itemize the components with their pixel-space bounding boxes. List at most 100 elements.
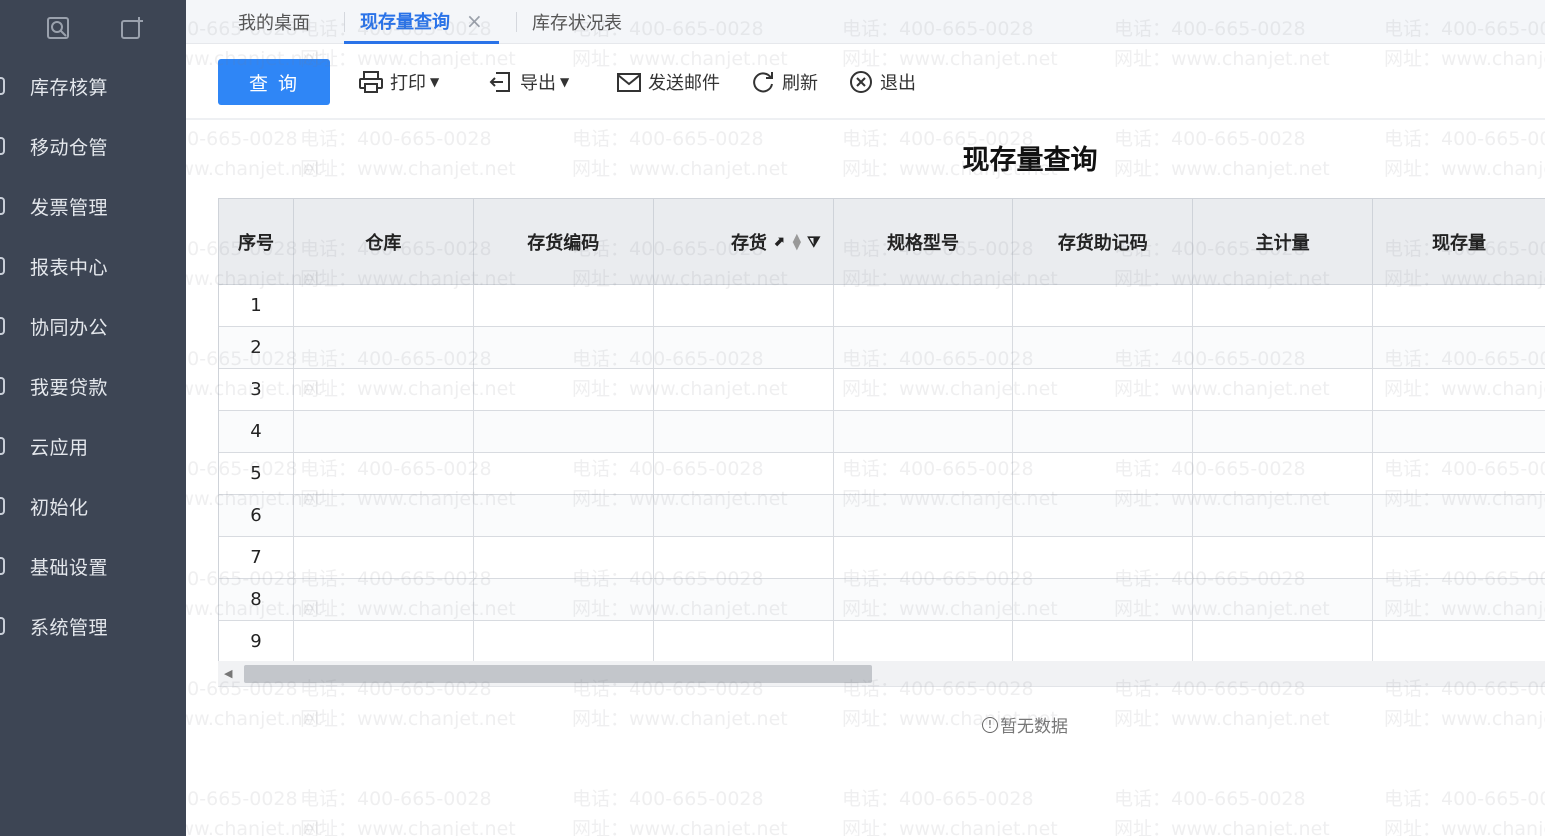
search-record-icon[interactable] — [44, 14, 72, 42]
horizontal-scrollbar[interactable]: ◀ — [218, 661, 1545, 687]
exit-button[interactable]: 退出 — [848, 66, 916, 98]
table-cell[interactable] — [1013, 411, 1194, 452]
scrollbar-thumb[interactable] — [244, 665, 872, 683]
sidebar-item-basic-settings[interactable]: 基础设置 — [0, 546, 186, 586]
table-cell[interactable] — [294, 411, 474, 452]
refresh-button[interactable]: 刷新 — [750, 66, 818, 98]
table-cell[interactable] — [294, 453, 474, 494]
table-cell[interactable] — [1373, 453, 1545, 494]
close-icon[interactable]: × — [466, 9, 483, 33]
table-row[interactable]: 7 — [219, 537, 1545, 579]
table-cell[interactable] — [1373, 327, 1545, 368]
table-cell[interactable] — [474, 411, 654, 452]
column-header-stock[interactable]: 现存量 — [1373, 199, 1545, 284]
sidebar-item-system-admin[interactable]: 系统管理 — [0, 606, 186, 646]
table-cell[interactable] — [294, 579, 474, 620]
table-cell[interactable] — [1193, 537, 1374, 578]
column-header-item-code[interactable]: 存货编码 — [474, 199, 654, 284]
sidebar-item-invoice[interactable]: 发票管理 — [0, 186, 186, 226]
table-cell[interactable] — [1013, 537, 1194, 578]
table-cell[interactable] — [1193, 495, 1374, 536]
table-cell[interactable] — [294, 327, 474, 368]
table-cell[interactable] — [654, 411, 834, 452]
table-cell[interactable] — [834, 453, 1014, 494]
new-window-icon[interactable] — [118, 14, 146, 42]
table-cell[interactable] — [1373, 537, 1545, 578]
sidebar-item-initialization[interactable]: 初始化 — [0, 486, 186, 526]
table-cell[interactable] — [1013, 327, 1194, 368]
table-cell[interactable] — [834, 285, 1014, 326]
sidebar-item-loans[interactable]: 我要贷款 — [0, 366, 186, 406]
table-cell[interactable] — [474, 327, 654, 368]
table-row[interactable]: 1 — [219, 285, 1545, 327]
table-cell[interactable] — [654, 369, 834, 410]
table-cell[interactable] — [654, 579, 834, 620]
table-cell[interactable] — [474, 621, 654, 662]
send-email-button[interactable]: 发送邮件 — [616, 66, 720, 98]
table-cell[interactable] — [1373, 411, 1545, 452]
table-cell[interactable] — [474, 579, 654, 620]
table-row[interactable]: 8 — [219, 579, 1545, 621]
table-cell[interactable] — [1373, 369, 1545, 410]
table-cell[interactable] — [474, 453, 654, 494]
table-cell[interactable] — [834, 621, 1014, 662]
table-cell[interactable] — [834, 369, 1014, 410]
column-header-spec[interactable]: 规格型号 — [834, 199, 1014, 284]
table-cell[interactable] — [1373, 621, 1545, 662]
table-cell[interactable] — [654, 285, 834, 326]
table-row[interactable]: 4 — [219, 411, 1545, 453]
table-cell[interactable] — [1013, 369, 1194, 410]
table-cell[interactable] — [1193, 285, 1374, 326]
table-cell[interactable] — [1193, 453, 1374, 494]
table-cell[interactable] — [834, 495, 1014, 536]
table-cell[interactable] — [294, 369, 474, 410]
table-row[interactable]: 6 — [219, 495, 1545, 537]
table-cell[interactable] — [1193, 621, 1374, 662]
table-cell[interactable] — [834, 411, 1014, 452]
table-cell[interactable] — [1193, 411, 1374, 452]
sidebar-item-mobile-warehouse[interactable]: 移动仓管 — [0, 126, 186, 166]
table-cell[interactable] — [1013, 453, 1194, 494]
table-cell[interactable] — [1193, 579, 1374, 620]
tab-my-desktop[interactable]: 我的桌面 — [238, 0, 310, 44]
table-cell[interactable] — [294, 537, 474, 578]
print-button[interactable]: 打印 ▼ — [358, 66, 439, 98]
table-cell[interactable] — [294, 285, 474, 326]
export-button[interactable]: 导出 ▼ — [488, 66, 569, 98]
table-cell[interactable] — [1373, 579, 1545, 620]
table-cell[interactable] — [1193, 327, 1374, 368]
tab-inventory-status[interactable]: 库存状况表 — [532, 0, 622, 44]
column-header-item[interactable]: 存货 ⬈ ▲ ▼ ⧩ — [654, 199, 834, 284]
table-row[interactable]: 3 — [219, 369, 1545, 411]
table-cell[interactable] — [654, 621, 834, 662]
sidebar-item-inventory-accounting[interactable]: 库存核算 — [0, 66, 186, 106]
table-cell[interactable] — [654, 327, 834, 368]
table-cell[interactable] — [1373, 285, 1545, 326]
column-header-warehouse[interactable]: 仓库 — [294, 199, 474, 284]
sidebar-item-reports[interactable]: 报表中心 — [0, 246, 186, 286]
table-cell[interactable] — [834, 579, 1014, 620]
table-cell[interactable] — [294, 495, 474, 536]
table-cell[interactable] — [654, 537, 834, 578]
tab-stock-query[interactable]: 现存量查询 × — [344, 0, 499, 44]
table-cell[interactable] — [1013, 621, 1194, 662]
column-header-mnemonic[interactable]: 存货助记码 — [1013, 199, 1194, 284]
scroll-left-icon[interactable]: ◀ — [224, 667, 232, 680]
table-cell[interactable] — [834, 537, 1014, 578]
table-cell[interactable] — [474, 537, 654, 578]
table-cell[interactable] — [654, 495, 834, 536]
query-button[interactable]: 查 询 — [218, 59, 330, 105]
sidebar-item-collaboration[interactable]: 协同办公 — [0, 306, 186, 346]
column-header-unit[interactable]: 主计量 — [1193, 199, 1374, 284]
table-cell[interactable] — [474, 369, 654, 410]
sidebar-item-cloud-apps[interactable]: 云应用 — [0, 426, 186, 466]
sort-icon[interactable]: ▲ ▼ — [793, 232, 801, 251]
table-row[interactable]: 2 — [219, 327, 1545, 369]
table-cell[interactable] — [474, 285, 654, 326]
table-cell[interactable] — [294, 621, 474, 662]
table-cell[interactable] — [1373, 495, 1545, 536]
table-cell[interactable] — [1013, 285, 1194, 326]
filter-icon[interactable]: ⧩ — [807, 233, 820, 251]
table-row[interactable]: 5 — [219, 453, 1545, 495]
pin-icon[interactable]: ⬈ — [773, 234, 785, 250]
